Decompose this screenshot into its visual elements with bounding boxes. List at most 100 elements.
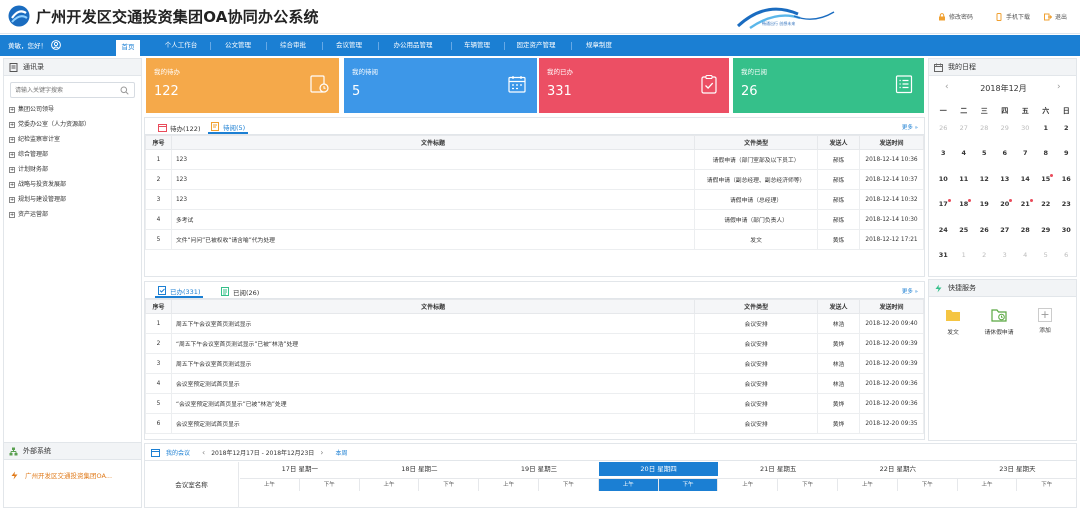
meeting-slot-am[interactable]: 上午	[957, 478, 1018, 491]
meeting-slot-am[interactable]: 上午	[479, 478, 539, 491]
calendar-day[interactable]: 1	[1036, 124, 1057, 149]
calendar-day[interactable]: 11	[954, 175, 975, 200]
meeting-slot-pm[interactable]: 下午	[1017, 478, 1078, 491]
tab-meetings[interactable]: 会议管理	[326, 39, 372, 52]
doc-title-link[interactable]: 123	[170, 189, 696, 210]
meeting-slot-am[interactable]: 上午	[718, 478, 779, 491]
meeting-slot-pm[interactable]: 下午	[778, 478, 838, 491]
table-row[interactable]: 2 “周五下午会议室首页测试显示”已被“林浩”处理 会议安排 黄烨 2018-1…	[145, 333, 925, 354]
calendar-day[interactable]: 9	[1056, 149, 1077, 174]
tab-done[interactable]: 已办(331)	[155, 285, 204, 298]
calendar-day[interactable]: 20	[995, 199, 1016, 225]
quick-add-button[interactable]: + 添加	[1025, 308, 1065, 334]
calendar-day[interactable]: 6	[995, 149, 1016, 174]
calendar-day[interactable]: 10	[933, 175, 954, 200]
expand-icon[interactable]: +	[9, 181, 15, 188]
calendar-day[interactable]: 26	[974, 226, 995, 251]
tree-item[interactable]: + 资产运营部	[4, 207, 141, 222]
expand-icon[interactable]: +	[9, 196, 15, 203]
calendar-day[interactable]: 4	[1015, 251, 1036, 276]
expand-icon[interactable]: +	[9, 136, 15, 143]
table-row[interactable]: 1 123 请假申请（部门室部及以下员工） 郝炼 2018-12-14 10:3…	[145, 149, 924, 170]
calendar-day[interactable]: 30	[1015, 124, 1036, 149]
meeting-slot-am[interactable]: 上午	[240, 478, 300, 491]
table-row[interactable]: 4 多考试 请假申请（部门负责人） 郝炼 2018-12-14 10:30	[145, 209, 924, 230]
calendar-day[interactable]: 25	[954, 226, 975, 251]
tree-item[interactable]: + 集团公司领导	[4, 102, 141, 117]
this-week-link[interactable]: 本周	[335, 448, 347, 457]
next-month-button[interactable]: ›	[1057, 82, 1061, 92]
doc-title-link[interactable]: “周五下午会议室首页测试显示”已被“林浩”处理	[170, 333, 696, 354]
card-to-read[interactable]: 我的待阅 5	[344, 58, 537, 113]
table-row[interactable]: 1 周五下午会议室首页测试显示 会议安排 林浩 2018-12-20 09:40	[145, 313, 925, 334]
doc-title-link[interactable]: 周五下午会议室首页测试显示	[170, 313, 696, 334]
expand-icon[interactable]: +	[9, 211, 15, 218]
doc-title-link[interactable]: “会议室预定测试首页显示”已被“林浩”处理	[170, 393, 696, 414]
external-system-link[interactable]: 广州开发区交通投资集团OA...	[4, 460, 141, 490]
quick-dispatch-button[interactable]: 发文	[933, 308, 973, 336]
calendar-day[interactable]: 17	[933, 199, 954, 225]
calendar-day[interactable]: 19	[974, 200, 995, 225]
meeting-slot-pm[interactable]: 下午	[419, 478, 480, 491]
calendar-day[interactable]: 7	[1015, 149, 1036, 174]
tab-documents[interactable]: 公文管理	[215, 39, 261, 52]
doc-title-link[interactable]: 会议室预定测试首页显示	[170, 413, 696, 434]
calendar-day[interactable]: 27	[995, 226, 1016, 251]
tree-item[interactable]: + 战略与投资发展部	[4, 177, 141, 192]
tab-workbench[interactable]: 个人工作台	[155, 39, 207, 52]
meeting-slot-pm[interactable]: 下午	[897, 478, 958, 491]
card-done[interactable]: 我的已办 331	[539, 58, 729, 113]
calendar-day[interactable]: 5	[974, 149, 995, 174]
calendar-day[interactable]: 28	[1015, 226, 1036, 251]
tree-item[interactable]: + 规划与建设管理部	[4, 192, 141, 207]
doc-title-link[interactable]: 123	[170, 149, 696, 170]
calendar-day[interactable]: 16	[1056, 175, 1077, 200]
calendar-day[interactable]: 4	[954, 149, 975, 174]
tree-item[interactable]: + 计划财务部	[4, 162, 141, 177]
user-greeting[interactable]: 黄敏，您好！	[8, 40, 61, 50]
calendar-day[interactable]: 28	[974, 124, 995, 149]
change-password-link[interactable]: 修改密码	[938, 12, 973, 21]
table-row[interactable]: 5 “会议室预定测试首页显示”已被“林浩”处理 会议安排 黄烨 2018-12-…	[145, 393, 925, 414]
tab-fixed-assets[interactable]: 固定资产管理	[508, 39, 564, 52]
expand-icon[interactable]: +	[9, 166, 15, 173]
search-icon[interactable]	[120, 86, 129, 95]
tab-approval[interactable]: 综合审批	[270, 39, 316, 52]
meeting-slot-pm[interactable]: 下午	[299, 478, 360, 491]
table-row[interactable]: 4 会议室预定测试首页显示 会议安排 林浩 2018-12-20 09:36	[145, 373, 925, 394]
calendar-day[interactable]: 29	[995, 124, 1016, 149]
expand-icon[interactable]: +	[9, 151, 15, 158]
doc-title-link[interactable]: 周五下午会议室首页测试显示	[170, 353, 696, 374]
table-row[interactable]: 3 123 请假申请（总经理） 郝炼 2018-12-14 10:32	[145, 189, 924, 210]
meeting-slot-pm[interactable]: 下午	[539, 478, 599, 491]
prev-week-button[interactable]: ‹	[202, 448, 205, 457]
calendar-day[interactable]: 24	[933, 226, 954, 251]
tree-item[interactable]: + 综合管理部	[4, 147, 141, 162]
next-week-button[interactable]: ›	[320, 448, 323, 457]
expand-icon[interactable]: +	[9, 106, 15, 113]
mobile-download-link[interactable]: 手机下载	[995, 12, 1030, 21]
calendar-day[interactable]: 5	[1036, 251, 1057, 276]
calendar-day[interactable]: 29	[1036, 226, 1057, 251]
meeting-slot-am[interactable]: 上午	[838, 478, 898, 491]
more-link[interactable]: 更多 »	[902, 287, 918, 295]
calendar-day[interactable]: 1	[954, 251, 975, 276]
tree-item[interactable]: + 党委办公室（人力资源部）	[4, 117, 141, 132]
expand-icon[interactable]: +	[9, 121, 15, 128]
contact-search-input[interactable]	[11, 83, 134, 97]
calendar-day[interactable]: 23	[1056, 200, 1077, 225]
tree-item[interactable]: + 纪检监察审计室	[4, 132, 141, 147]
meeting-slot-am[interactable]: 上午	[359, 478, 420, 491]
meeting-slot-am[interactable]: 上午	[598, 478, 659, 491]
meeting-slot-pm[interactable]: 下午	[658, 478, 719, 491]
quick-leave-button[interactable]: 请休假申请	[979, 308, 1019, 336]
doc-title-link[interactable]: 多考试	[170, 209, 696, 230]
doc-title-link[interactable]: 文件“问问”已被权收“请含喻”代为处理	[170, 229, 696, 250]
logout-link[interactable]: 退出	[1044, 12, 1067, 21]
card-todo[interactable]: 我的待办 122	[146, 58, 339, 113]
doc-title-link[interactable]: 会议室预定测试首页显示	[170, 373, 696, 394]
calendar-day[interactable]: 21	[1015, 199, 1036, 225]
calendar-day[interactable]: 22	[1036, 200, 1057, 225]
calendar-day[interactable]: 13	[995, 175, 1016, 200]
tab-office-supplies[interactable]: 办公用品管理	[382, 39, 444, 52]
